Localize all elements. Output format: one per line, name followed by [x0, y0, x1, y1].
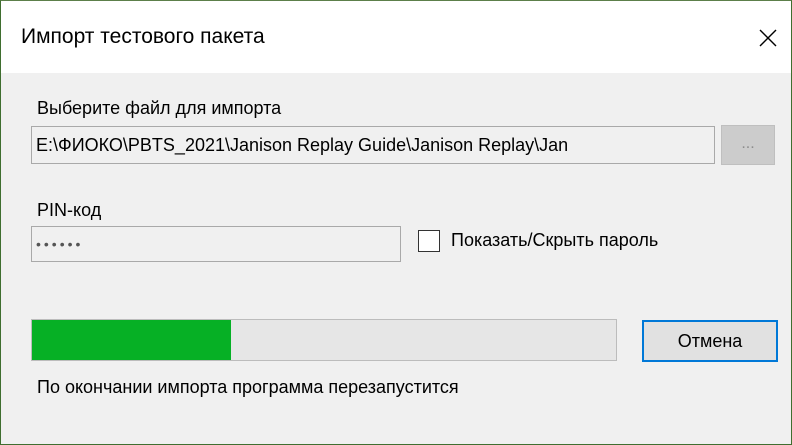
pin-label: PIN-код: [37, 200, 102, 220]
file-path-field[interactable]: E:\ФИОКО\PBTS_2021\Janison Replay Guide\…: [31, 126, 715, 164]
dialog-title: Импорт тестового пакета: [21, 25, 265, 48]
title-bar: Импорт тестового пакета: [1, 1, 791, 73]
show-password-label[interactable]: Показать/Скрыть пароль: [451, 230, 658, 251]
progress-fill: [32, 320, 231, 360]
import-progress-bar: [31, 319, 617, 361]
pin-input[interactable]: ••••••: [31, 226, 401, 262]
cancel-button[interactable]: Отмена: [642, 320, 778, 362]
import-dialog: Импорт тестового пакета Выберите файл дл…: [0, 0, 792, 445]
show-password-checkbox[interactable]: [418, 230, 440, 252]
close-icon: [759, 29, 777, 47]
browse-button[interactable]: ...: [721, 125, 775, 165]
status-text: По окончании импорта программа перезапус…: [37, 377, 459, 397]
close-button[interactable]: [745, 15, 791, 61]
file-label: Выберите файл для импорта: [37, 98, 282, 118]
